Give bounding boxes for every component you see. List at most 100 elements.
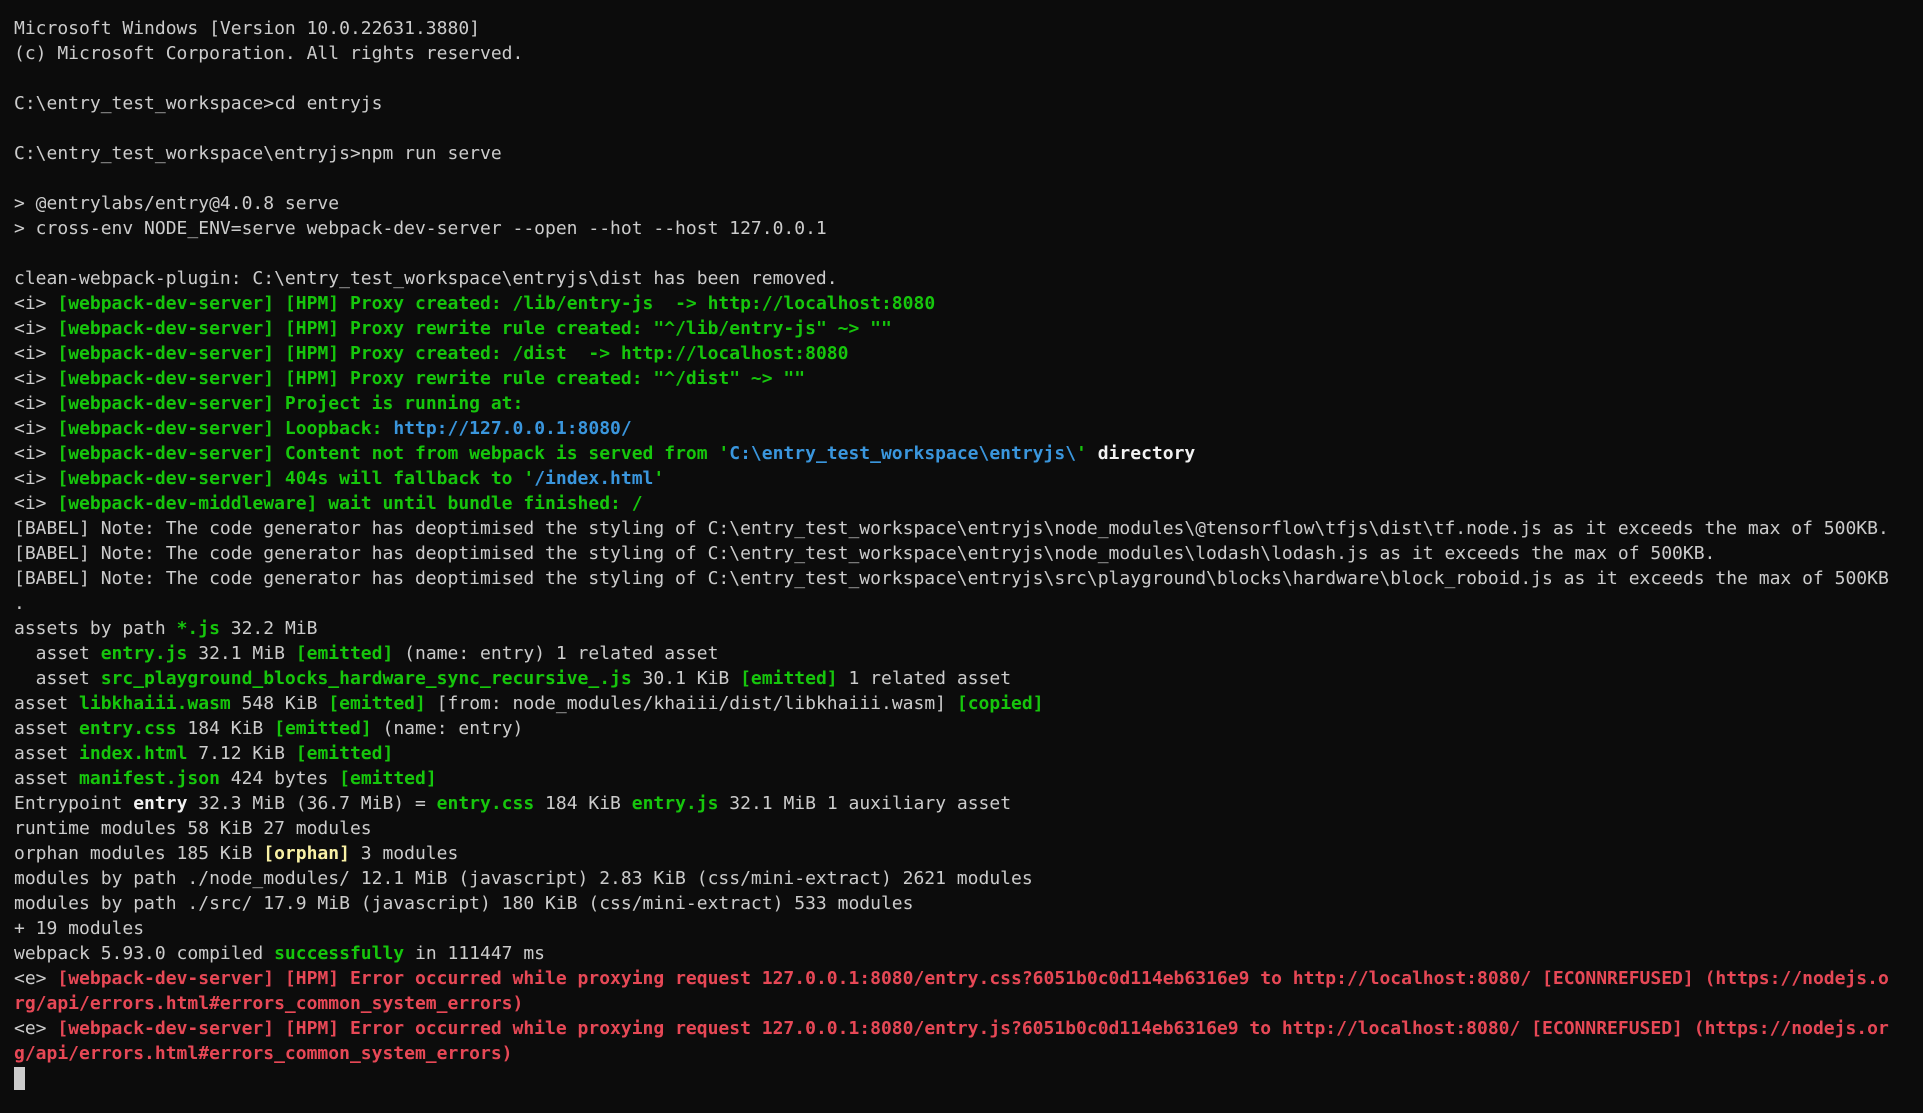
terminal-line: asset entry.js 32.1 MiB [emitted] (name:…	[14, 641, 1923, 666]
terminal-line: <i> [webpack-dev-server] [HPM] Proxy cre…	[14, 341, 1923, 366]
terminal-text-segment: [webpack-dev-server] [HPM] Error occurre…	[57, 968, 1889, 989]
terminal-text-segment: 1 related asset	[837, 668, 1012, 689]
terminal-line: Entrypoint entry 32.3 MiB (36.7 MiB) = e…	[14, 791, 1923, 816]
terminal-text-segment: 32.2 MiB	[219, 618, 318, 639]
terminal-text-segment: <i>	[14, 393, 58, 414]
terminal-text-segment: asset	[14, 743, 80, 764]
terminal-text-segment: C:\entry_test_workspace\entryjs\	[729, 443, 1077, 464]
terminal-text-segment: <i>	[14, 368, 58, 389]
terminal-line: [BABEL] Note: The code generator has deo…	[14, 541, 1923, 566]
terminal-text-segment: [emitted]	[274, 718, 372, 739]
terminal-text-segment: 30.1 KiB	[631, 668, 741, 689]
terminal-text-segment: [webpack-dev-server] Project is running …	[57, 393, 524, 414]
prompt-line[interactable]	[14, 1066, 1923, 1091]
terminal-text-segment: src_playground_blocks_hardware_sync_recu…	[100, 668, 632, 689]
terminal-line: <i> [webpack-dev-server] 404s will fallb…	[14, 466, 1923, 491]
terminal-text-segment: <i>	[14, 318, 58, 339]
terminal-line: modules by path ./node_modules/ 12.1 MiB…	[14, 866, 1923, 891]
terminal-text-segment: C:\entry_test_workspace\entryjs>npm run …	[14, 143, 502, 164]
terminal-line: modules by path ./src/ 17.9 MiB (javascr…	[14, 891, 1923, 916]
terminal-text-segment: asset	[14, 768, 80, 789]
terminal-text-segment: <i>	[14, 493, 58, 514]
terminal-text-segment: <i>	[14, 468, 58, 489]
terminal-text-segment: [emitted]	[295, 643, 394, 664]
terminal-text-segment: [webpack-dev-server] [HPM] Proxy rewrite…	[57, 318, 892, 339]
terminal-line: + 19 modules	[14, 916, 1923, 941]
terminal-text-segment: /index.html	[534, 468, 654, 489]
terminal-line: <i> [webpack-dev-server] Loopback: http:…	[14, 416, 1923, 441]
terminal-text-segment: entry.css	[79, 718, 177, 739]
terminal-text-segment: 32.1 MiB 1 auxiliary asset	[718, 793, 1012, 814]
terminal-line: > @entrylabs/entry@4.0.8 serve	[14, 191, 1923, 216]
terminal-text-segment: asset	[14, 693, 80, 714]
terminal-line: g/api/errors.html#errors_common_system_e…	[14, 1041, 1923, 1066]
terminal-text-segment: index.html	[79, 743, 188, 764]
terminal-line: [BABEL] Note: The code generator has deo…	[14, 516, 1923, 541]
terminal-line: Microsoft Windows [Version 10.0.22631.38…	[14, 16, 1923, 41]
terminal-text-segment: asset	[14, 668, 101, 689]
terminal-line: orphan modules 185 KiB [orphan] 3 module…	[14, 841, 1923, 866]
terminal-line: <e> [webpack-dev-server] [HPM] Error occ…	[14, 966, 1923, 991]
terminal-text-segment: [webpack-dev-server] [HPM] Error occurre…	[57, 1018, 1889, 1039]
terminal-text-segment: [webpack-dev-server] Content not from we…	[57, 443, 730, 464]
terminal-text-segment: <i>	[14, 443, 58, 464]
terminal-text-segment: g/api/errors.html#errors_common_system_e…	[14, 1043, 513, 1064]
terminal-line: <i> [webpack-dev-server] [HPM] Proxy rew…	[14, 366, 1923, 391]
terminal-text-segment: entry.js	[631, 793, 719, 814]
terminal-line: C:\entry_test_workspace\entryjs>npm run …	[14, 141, 1923, 166]
terminal-text-segment: (c) Microsoft Corporation. All rights re…	[14, 43, 524, 64]
terminal-text-segment: *.js	[176, 618, 220, 639]
terminal-text-segment: 32.1 MiB	[187, 643, 296, 664]
terminal-text-segment: 424 bytes	[219, 768, 340, 789]
terminal-text-segment: asset	[14, 718, 80, 739]
terminal-text-segment: <i>	[14, 343, 58, 364]
terminal-text-segment: [copied]	[956, 693, 1044, 714]
terminal-text-segment: .	[14, 593, 25, 614]
terminal-text-segment: '	[1076, 443, 1098, 464]
terminal-line: clean-webpack-plugin: C:\entry_test_work…	[14, 266, 1923, 291]
terminal-text-segment: [from: node_modules/khaiii/dist/libkhaii…	[425, 693, 957, 714]
terminal-text-segment: libkhaiii.wasm	[79, 693, 231, 714]
terminal-text-segment: [orphan]	[263, 843, 350, 864]
terminal-line: (c) Microsoft Corporation. All rights re…	[14, 41, 1923, 66]
terminal-text-segment: successfully	[274, 943, 405, 964]
terminal-text-segment: [BABEL] Note: The code generator has deo…	[14, 543, 1716, 564]
terminal-text-segment: webpack 5.93.0 compiled	[14, 943, 275, 964]
terminal-text-segment: [webpack-dev-server] [HPM] Proxy created…	[57, 293, 936, 314]
terminal-output[interactable]: Microsoft Windows [Version 10.0.22631.38…	[0, 0, 1923, 1113]
terminal-text-segment: entry.js	[100, 643, 188, 664]
terminal-line: runtime modules 58 KiB 27 modules	[14, 816, 1923, 841]
terminal-text-segment: manifest.json	[79, 768, 220, 789]
terminal-line: > cross-env NODE_ENV=serve webpack-dev-s…	[14, 216, 1923, 241]
terminal-line: rg/api/errors.html#errors_common_system_…	[14, 991, 1923, 1016]
terminal-line: <i> [webpack-dev-server] Project is runn…	[14, 391, 1923, 416]
terminal-line: C:\entry_test_workspace>cd entryjs	[14, 91, 1923, 116]
terminal-text-segment: 184 KiB	[534, 793, 632, 814]
terminal-text-segment: [webpack-dev-server] Loopback:	[57, 418, 394, 439]
terminal-text-segment: modules by path ./node_modules/ 12.1 MiB…	[14, 868, 1033, 889]
terminal-text-segment: [webpack-dev-server] [HPM] Proxy rewrite…	[57, 368, 806, 389]
terminal-line: asset entry.css 184 KiB [emitted] (name:…	[14, 716, 1923, 741]
terminal-line: <i> [webpack-dev-server] [HPM] Proxy rew…	[14, 316, 1923, 341]
terminal-text-segment: (name: entry) 1 related asset	[393, 643, 719, 664]
terminal-text-segment: > @entrylabs/entry@4.0.8 serve	[14, 193, 340, 214]
terminal-text-segment: [emitted]	[740, 668, 838, 689]
terminal-text-segment: runtime modules 58 KiB 27 modules	[14, 818, 372, 839]
terminal-text-segment: C:\entry_test_workspace>cd entryjs	[14, 93, 383, 114]
terminal-line: webpack 5.93.0 compiled successfully in …	[14, 941, 1923, 966]
terminal-text-segment: <e>	[14, 1018, 58, 1039]
terminal-line: <e> [webpack-dev-server] [HPM] Error occ…	[14, 1016, 1923, 1041]
terminal-text-segment: 184 KiB	[176, 718, 275, 739]
terminal-text-segment: [emitted]	[295, 743, 394, 764]
terminal-text-segment: <i>	[14, 418, 58, 439]
terminal-text-segment: + 19 modules	[14, 918, 145, 939]
terminal-line: .	[14, 591, 1923, 616]
terminal-text-segment: clean-webpack-plugin: C:\entry_test_work…	[14, 268, 838, 289]
terminal-text-segment: 32.3 MiB (36.7 MiB) =	[187, 793, 437, 814]
terminal-text-segment: <e>	[14, 968, 58, 989]
terminal-text-segment: Microsoft Windows [Version 10.0.22631.38…	[14, 18, 480, 39]
terminal-text-segment: [BABEL] Note: The code generator has deo…	[14, 518, 1889, 539]
